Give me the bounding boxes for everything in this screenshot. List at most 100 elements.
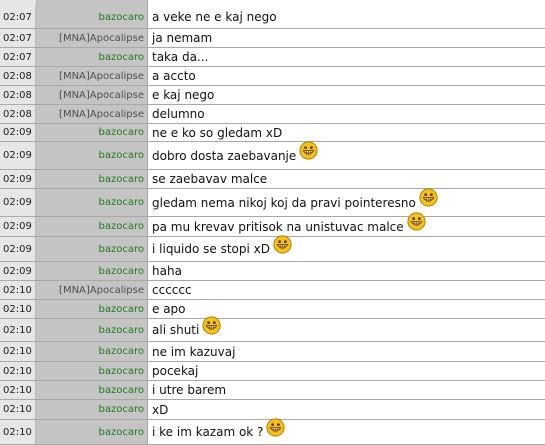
chat-message-row: 02:08 [MNA]Apocalipse e kaj nego xyxy=(0,86,545,105)
message-text: a accto xyxy=(152,69,196,83)
message-text: taka da... xyxy=(152,50,209,64)
message-timestamp: 02:10 xyxy=(0,381,36,399)
message-nickname[interactable]: bazocaro xyxy=(36,124,148,141)
chat-message-row: 02:10 bazocaro e apo xyxy=(0,300,545,319)
message-text: pa mu krevav pritisok na unistuvac malce xyxy=(152,219,404,234)
message-timestamp: 02:10 xyxy=(0,420,36,444)
message-text: a veke ne e kaj nego xyxy=(152,10,277,24)
message-nickname[interactable]: bazocaro xyxy=(36,217,148,236)
message-text: se zaebavav malce xyxy=(152,172,268,186)
message-text: ja nemam xyxy=(152,31,213,45)
message-timestamp: 02:08 xyxy=(0,105,36,123)
message-content: ne im kazuvaj xyxy=(148,342,545,361)
message-nickname[interactable]: [MNA]Apocalipse xyxy=(36,105,148,123)
grin-smiley-icon xyxy=(273,234,292,254)
message-timestamp: 02:10 xyxy=(0,319,36,341)
message-timestamp: 02:10 xyxy=(0,281,36,299)
message-text: ali shuti xyxy=(152,323,200,337)
message-text: pocekaj xyxy=(152,364,199,378)
message-timestamp: 02:10 xyxy=(0,400,36,419)
message-content: haha xyxy=(148,262,545,280)
message-text: haha xyxy=(152,264,182,278)
message-nickname[interactable]: [MNA]Apocalipse xyxy=(36,281,148,299)
message-content: ali shuti xyxy=(148,315,545,341)
message-content: dobro dosta zaebavanje xyxy=(148,141,545,169)
chat-message-row: 02:09 bazocaro gledam nema nikoj koj da pr… xyxy=(0,188,545,217)
message-text: dobro dosta zaebavanje xyxy=(152,148,297,163)
message-content: ja nemam xyxy=(148,29,545,47)
message-timestamp: 02:10 xyxy=(0,300,36,318)
message-nickname[interactable]: [MNA]Apocalipse xyxy=(36,67,148,85)
message-timestamp: 02:09 xyxy=(0,124,36,141)
message-nickname[interactable]: bazocaro xyxy=(36,262,148,280)
message-timestamp: 02:09 xyxy=(0,237,36,261)
chat-message-row: 02:10 bazocaro i ke im kazam ok ? xyxy=(0,417,545,445)
chat-message-row: 02:07 [MNA]Apocalipse ja nemam xyxy=(0,29,545,48)
chat-message-row: 02:10 bazocaro ne im kazuvaj xyxy=(0,342,545,362)
message-timestamp: 02:07 xyxy=(0,48,36,66)
message-content: i utre barem xyxy=(148,381,545,399)
message-nickname[interactable]: bazocaro xyxy=(36,6,148,28)
message-timestamp: 02:08 xyxy=(0,86,36,104)
message-content: delumno xyxy=(148,105,545,123)
message-nickname[interactable]: bazocaro xyxy=(36,342,148,361)
chat-message-row: 02:08 [MNA]Apocalipse a accto xyxy=(0,67,545,86)
chat-log[interactable]: 02:07 bazocaro a veke ne e kaj nego 02:07 [M… xyxy=(0,0,545,445)
message-nickname[interactable]: bazocaro xyxy=(36,400,148,419)
message-text: xD xyxy=(152,402,169,417)
message-text: i ke im kazam ok ? xyxy=(152,425,264,439)
grin-smiley-icon xyxy=(407,212,426,231)
chat-message-row: 02:10 bazocaro pocekaj xyxy=(0,362,545,381)
message-content: ne e ko so gledam xD xyxy=(148,124,545,141)
message-text: ne e ko so gledam xD xyxy=(152,125,283,140)
message-text: gledam nema nikoj koj da pravi pointeres… xyxy=(152,195,416,210)
message-nickname[interactable]: [MNA]Apocalipse xyxy=(36,29,148,47)
message-content: a veke ne e kaj nego xyxy=(148,6,545,28)
message-timestamp: 02:09 xyxy=(0,189,36,216)
message-nickname[interactable]: bazocaro xyxy=(36,362,148,380)
message-text: i utre barem xyxy=(152,383,227,397)
grin-smiley-icon xyxy=(266,417,286,437)
message-content: gledam nema nikoj koj da pravi pointeres… xyxy=(148,188,545,216)
message-content: taka da... xyxy=(148,48,545,66)
message-timestamp: 02:09 xyxy=(0,217,36,236)
message-content: i liquido se stopi xD xyxy=(148,234,545,261)
message-content: se zaebavav malce xyxy=(148,170,545,188)
message-nickname[interactable]: bazocaro xyxy=(36,319,148,341)
message-content: e kaj nego xyxy=(148,86,545,104)
grin-smiley-icon xyxy=(202,315,221,335)
message-timestamp: 02:09 xyxy=(0,142,36,169)
message-content: xD xyxy=(148,400,545,419)
message-timestamp: 02:07 xyxy=(0,29,36,47)
message-content: a accto xyxy=(148,67,545,85)
message-nickname[interactable]: bazocaro xyxy=(36,300,148,318)
message-nickname[interactable]: bazocaro xyxy=(36,237,148,261)
message-timestamp: 02:08 xyxy=(0,67,36,85)
chat-message-row: 02:09 bazocaro se zaebavav malce xyxy=(0,170,545,189)
chat-message-row: 02:07 bazocaro a veke ne e kaj nego xyxy=(0,6,545,29)
chat-message-row: 02:08 [MNA]Apocalipse delumno xyxy=(0,105,545,124)
chat-message-row: 02:09 bazocaro ne e ko so gledam xD xyxy=(0,124,545,142)
message-text: delumno xyxy=(152,107,205,121)
chat-message-row: 02:09 bazocaro haha xyxy=(0,262,545,281)
message-text: e apo xyxy=(152,302,186,316)
message-text: e kaj nego xyxy=(152,88,215,102)
message-nickname[interactable]: bazocaro xyxy=(36,381,148,399)
message-nickname[interactable]: bazocaro xyxy=(36,142,148,169)
chat-message-row: 02:10 bazocaro i utre barem xyxy=(0,381,545,400)
chat-message-row: 02:10 bazocaro ali shuti xyxy=(0,315,545,342)
message-nickname[interactable]: [MNA]Apocalipse xyxy=(36,86,148,104)
message-nickname[interactable]: bazocaro xyxy=(36,420,148,444)
chat-message-row: 02:10 [MNA]Apocalipse cccccc xyxy=(0,281,545,300)
message-nickname[interactable]: bazocaro xyxy=(36,48,148,66)
message-timestamp: 02:09 xyxy=(0,262,36,280)
chat-message-row: 02:09 bazocaro dobro dosta zaebavanje xyxy=(0,141,545,170)
message-timestamp: 02:10 xyxy=(0,362,36,380)
message-text: i liquido se stopi xD xyxy=(152,242,271,256)
message-content: i ke im kazam ok ? xyxy=(148,417,545,444)
message-nickname[interactable]: bazocaro xyxy=(36,189,148,216)
message-timestamp: 02:10 xyxy=(0,342,36,361)
message-content: pa mu krevav pritisok na unistuvac malce xyxy=(148,212,545,236)
message-nickname[interactable]: bazocaro xyxy=(36,170,148,188)
message-content: cccccc xyxy=(148,281,545,299)
